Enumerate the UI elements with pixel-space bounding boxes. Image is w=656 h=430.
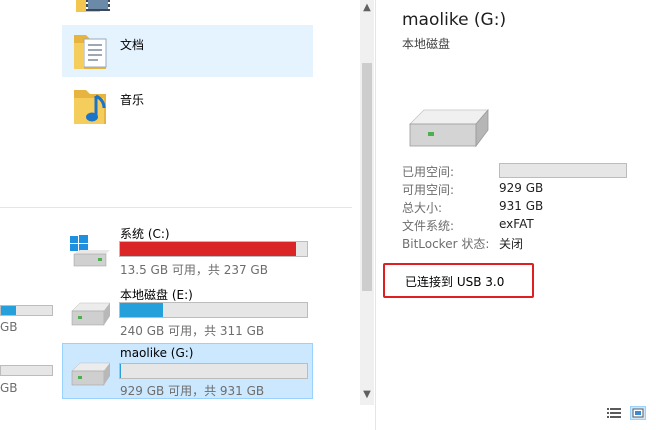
property-value: 931 GB: [499, 199, 544, 213]
navigation-pane: 文档 音乐 GB GB 系统 (C:) 13.5 GB 可用，共 237 GB …: [0, 0, 352, 430]
connection-status: 已连接到 USB 3.0: [405, 275, 505, 289]
group-divider: [0, 207, 352, 208]
drive-item-c[interactable]: 系统 (C:) 13.5 GB 可用，共 237 GB: [62, 222, 313, 278]
drive-space-text: 13.5 GB 可用，共 237 GB: [120, 263, 268, 277]
music-folder-icon: [72, 84, 112, 128]
drive-usage-bar: [119, 302, 308, 318]
scrollbar-thumb[interactable]: [362, 63, 372, 291]
details-pane: maolike (G:) 本地磁盘 已用空间: 可用空间: 929 GB 总大小…: [375, 0, 656, 430]
drive-item-g[interactable]: maolike (G:) 929 GB 可用，共 931 GB: [62, 343, 313, 399]
folder-label: 音乐: [120, 93, 145, 107]
folder-label: 文档: [120, 38, 145, 52]
scroll-down-icon[interactable]: ▼: [360, 389, 374, 400]
partial-drive-bar: [0, 305, 53, 316]
property-value: 关闭: [499, 237, 524, 251]
property-label: 可用空间:: [402, 183, 455, 197]
drive-name: 本地磁盘 (E:): [120, 288, 193, 302]
video-folder-icon: [74, 0, 114, 18]
drive-usage-bar: [119, 241, 308, 257]
hard-drive-icon: [68, 357, 114, 391]
drive-name: 系统 (C:): [120, 227, 170, 241]
details-view-icon[interactable]: [607, 407, 621, 419]
drive-usage-bar: [119, 363, 308, 379]
vertical-scrollbar[interactable]: ▲ ▼: [360, 0, 374, 405]
property-label: 文件系统:: [402, 219, 455, 233]
property-label: 已用空间:: [402, 165, 455, 179]
used-space-bar: [499, 163, 627, 178]
property-label: 总大小:: [402, 201, 443, 215]
property-value: 929 GB: [499, 181, 544, 195]
drive-item-e[interactable]: 本地磁盘 (E:) 240 GB 可用，共 311 GB: [62, 283, 313, 339]
documents-folder-icon: [72, 29, 112, 73]
hard-drive-icon: [68, 297, 114, 331]
drive-usage-fill: [120, 242, 297, 256]
drive-name: maolike (G:): [120, 346, 194, 360]
folder-item-documents[interactable]: 文档: [62, 25, 313, 77]
partial-drive-space: GB: [0, 381, 18, 395]
folder-item-video[interactable]: [62, 0, 313, 22]
folder-item-music[interactable]: 音乐: [62, 80, 313, 132]
large-icons-view-icon[interactable]: [630, 406, 646, 420]
property-value: exFAT: [499, 217, 534, 231]
property-label: BitLocker 状态:: [402, 237, 490, 251]
partial-drive-space: GB: [0, 320, 18, 334]
windows-drive-icon: [68, 234, 114, 270]
connection-highlight: 已连接到 USB 3.0: [383, 263, 534, 298]
partial-drive-bar: [0, 365, 53, 376]
drive-usage-fill: [120, 303, 163, 317]
scroll-up-icon[interactable]: ▲: [360, 2, 374, 13]
drive-large-icon: [404, 102, 496, 154]
drive-space-text: 929 GB 可用，共 931 GB: [120, 384, 265, 398]
details-subtitle: 本地磁盘: [402, 37, 451, 51]
details-title: maolike (G:): [402, 10, 507, 30]
drive-space-text: 240 GB 可用，共 311 GB: [120, 324, 265, 338]
